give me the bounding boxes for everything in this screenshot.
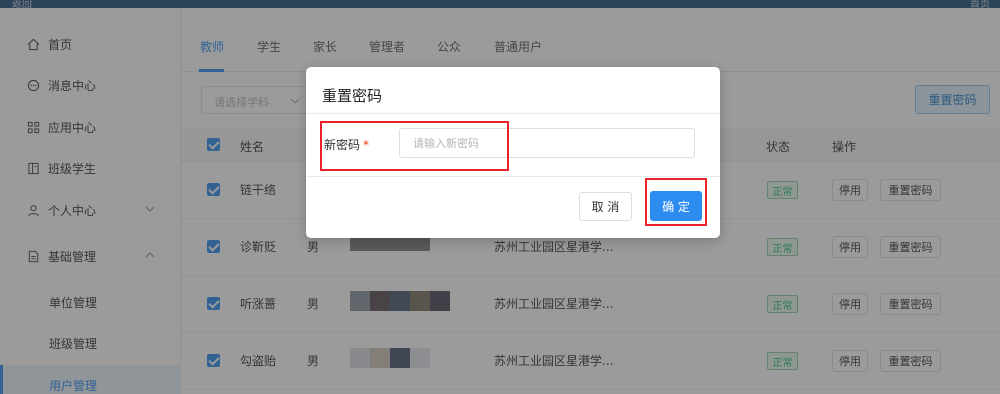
dialog-title: 重置密码 bbox=[322, 87, 383, 105]
highlight-box-password-field bbox=[320, 121, 509, 171]
dialog-footer-divider bbox=[306, 176, 720, 177]
cancel-button[interactable]: 取 消 bbox=[579, 192, 632, 221]
dialog-header-divider bbox=[306, 113, 720, 114]
highlight-box-confirm-button bbox=[645, 178, 707, 226]
